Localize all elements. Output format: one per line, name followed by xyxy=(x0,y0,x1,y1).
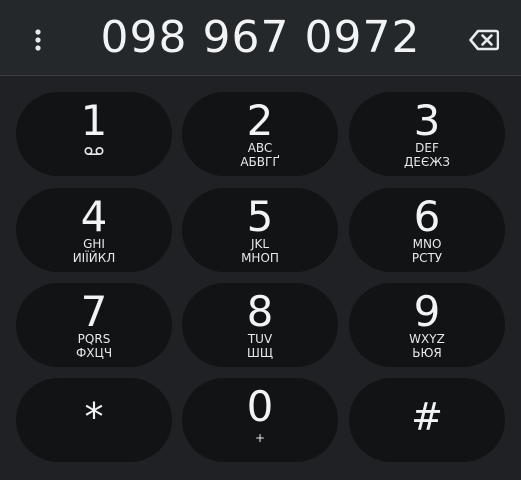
key-star[interactable]: * xyxy=(16,378,172,462)
key-digit: 4 xyxy=(80,192,108,241)
key-4[interactable]: 4 GHI ИІЇЙКЛ xyxy=(16,188,172,272)
key-letters: DEF xyxy=(415,141,439,155)
key-digit: * xyxy=(84,395,104,439)
more-vert-icon xyxy=(35,29,41,51)
key-1[interactable]: 1 xyxy=(16,92,172,176)
key-letters-cyrillic: АБВГҐ xyxy=(240,155,280,169)
key-7[interactable]: 7 PQRS ФХЦЧ xyxy=(16,283,172,367)
key-letters: ABC xyxy=(247,141,273,155)
key-letters: + xyxy=(254,431,266,445)
key-digit: 9 xyxy=(413,287,441,336)
key-digit: 5 xyxy=(246,192,274,241)
key-8[interactable]: 8 TUV ШЩ xyxy=(182,283,338,367)
key-digit: 0 xyxy=(246,382,274,431)
key-0[interactable]: 0 + xyxy=(182,378,338,462)
key-letters: GHI xyxy=(83,237,105,251)
backspace-button[interactable] xyxy=(462,20,506,60)
key-letters: JKL xyxy=(250,237,270,251)
key-6[interactable]: 6 MNO РСТУ xyxy=(349,188,505,272)
key-digit: 2 xyxy=(246,96,274,145)
dialer-header: 098 967 0972 xyxy=(0,0,521,76)
key-hash[interactable]: # xyxy=(349,378,505,462)
key-5[interactable]: 5 JKL МНОП xyxy=(182,188,338,272)
key-digit: 8 xyxy=(246,287,274,336)
key-letters-cyrillic: ШЩ xyxy=(247,346,273,360)
voicemail-icon xyxy=(84,146,104,156)
dial-pad: 1 2 ABC АБВГҐ 3 DEF ДЕЄЖЗ 4 GHI ИІЇЙКЛ 5… xyxy=(0,76,521,480)
key-letters: TUV xyxy=(247,332,273,346)
backspace-icon xyxy=(469,29,499,51)
key-letters: WXYZ xyxy=(409,332,445,346)
key-3[interactable]: 3 DEF ДЕЄЖЗ xyxy=(349,92,505,176)
key-letters-cyrillic: МНОП xyxy=(241,251,279,265)
key-letters: PQRS xyxy=(77,332,111,346)
key-letters-cyrillic: ЬЮЯ xyxy=(412,346,442,360)
key-9[interactable]: 9 WXYZ ЬЮЯ xyxy=(349,283,505,367)
dialed-number: 098 967 0972 xyxy=(100,12,421,63)
key-digit: 1 xyxy=(80,96,108,145)
key-digit: 3 xyxy=(413,96,441,145)
key-2[interactable]: 2 ABC АБВГҐ xyxy=(182,92,338,176)
key-digit: 7 xyxy=(80,287,108,336)
key-letters-cyrillic: РСТУ xyxy=(411,251,443,265)
key-digit: 6 xyxy=(413,192,441,241)
key-letters-cyrillic: ФХЦЧ xyxy=(75,346,113,360)
key-letters: MNO xyxy=(412,237,442,251)
key-letters-cyrillic: ИІЇЙКЛ xyxy=(72,251,116,265)
key-digit: # xyxy=(411,395,443,439)
more-options-button[interactable] xyxy=(22,22,54,58)
key-letters-cyrillic: ДЕЄЖЗ xyxy=(404,155,450,169)
